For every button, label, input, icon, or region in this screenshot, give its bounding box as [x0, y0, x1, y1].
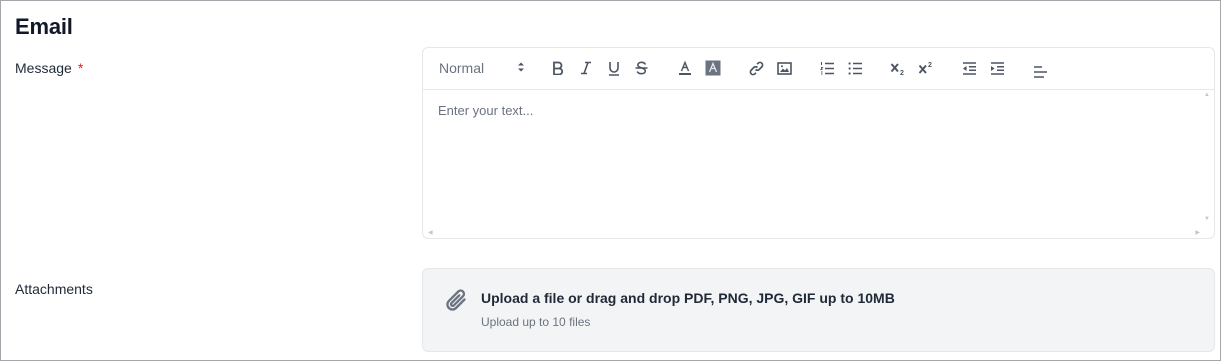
- message-textarea[interactable]: Enter your text... ▲ ▼ ◀ ▶: [423, 90, 1214, 238]
- chevron-updown-icon: [517, 60, 525, 76]
- italic-icon[interactable]: [579, 58, 593, 78]
- ordered-list-icon[interactable]: [819, 58, 835, 78]
- bold-icon[interactable]: [551, 58, 565, 78]
- strikethrough-icon[interactable]: [634, 58, 648, 78]
- attachments-dropzone[interactable]: Upload a file or drag and drop PDF, PNG,…: [422, 268, 1215, 352]
- dropzone-title: Upload a file or drag and drop PDF, PNG,…: [481, 290, 895, 306]
- attachments-label: Attachments: [15, 281, 93, 297]
- scroll-up-arrow-icon[interactable]: ▲: [1204, 92, 1210, 98]
- format-select[interactable]: Normal: [439, 58, 525, 78]
- required-indicator: *: [77, 60, 84, 76]
- message-placeholder: Enter your text...: [438, 103, 534, 118]
- editor-toolbar: Normal 2 2: [423, 48, 1214, 90]
- dropzone-subtitle: Upload up to 10 files: [481, 315, 591, 329]
- email-form: Email Message * Normal 2 2 Enter your te…: [0, 0, 1221, 361]
- text-color-icon[interactable]: [677, 58, 693, 78]
- underline-icon[interactable]: [607, 58, 621, 78]
- svg-text:2: 2: [900, 70, 904, 76]
- outdent-icon[interactable]: [961, 58, 977, 78]
- image-icon[interactable]: [776, 58, 792, 78]
- format-select-value: Normal: [439, 60, 485, 76]
- paperclip-icon: [445, 288, 469, 319]
- scroll-right-arrow-icon[interactable]: ▶: [1195, 229, 1200, 236]
- message-editor: Normal 2 2 Enter your text... ▲ ▼ ◀ ▶: [422, 47, 1215, 239]
- align-icon[interactable]: [1032, 62, 1048, 82]
- scroll-down-arrow-icon[interactable]: ▼: [1204, 216, 1210, 222]
- bullet-list-icon[interactable]: [847, 58, 863, 78]
- indent-icon[interactable]: [989, 58, 1005, 78]
- superscript-icon[interactable]: 2: [917, 58, 935, 78]
- link-icon[interactable]: [748, 58, 764, 78]
- background-color-icon[interactable]: [704, 58, 721, 78]
- message-label: Message *: [15, 60, 83, 76]
- subscript-icon[interactable]: 2: [889, 58, 907, 78]
- message-label-text: Message: [15, 60, 72, 76]
- scroll-left-arrow-icon[interactable]: ◀: [428, 229, 433, 236]
- svg-text:2: 2: [928, 62, 932, 69]
- page-title: Email: [15, 14, 73, 39]
